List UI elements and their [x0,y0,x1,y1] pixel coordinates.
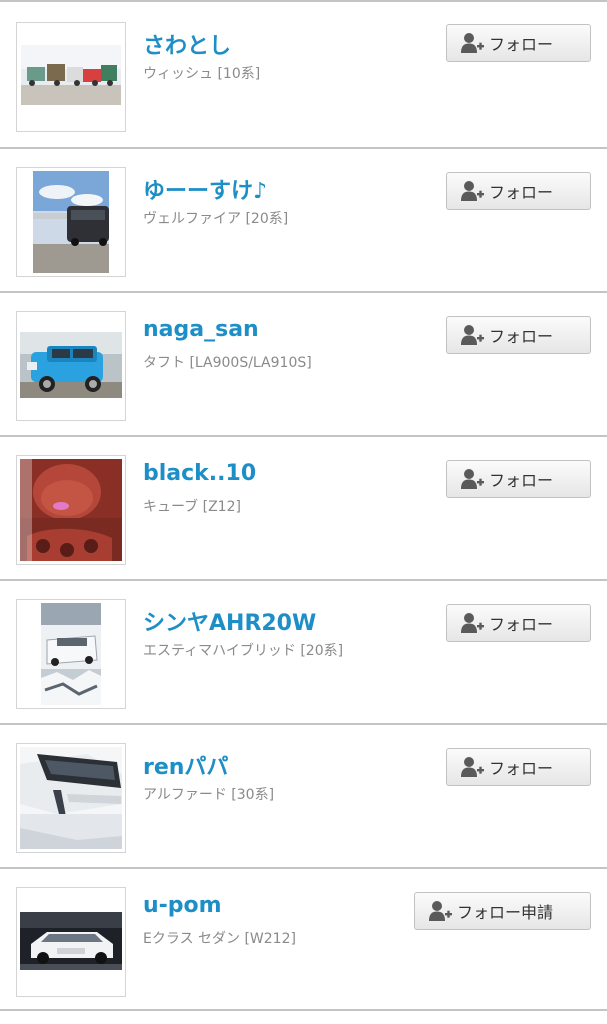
avatar-image [20,747,122,849]
follow-button-label: フォロー [489,759,554,778]
follow-button[interactable]: フォロー [446,460,591,498]
follow-button-label: フォロー [489,615,554,634]
avatar-image [33,171,109,273]
add-user-icon [461,469,484,489]
follow-button-label: フォロー [489,35,554,54]
follow-request-button[interactable]: フォロー申請 [414,892,591,930]
avatar-image [21,45,121,105]
username-link[interactable]: renパパ [143,749,228,781]
add-user-icon [461,181,484,201]
add-user-icon [429,901,452,921]
user-avatar[interactable] [16,887,126,997]
list-item: renパパ アルファード [30系] フォロー [0,723,607,867]
avatar-image [20,459,122,561]
username-link[interactable]: u-pom [143,893,222,918]
follow-button[interactable]: フォロー [446,604,591,642]
username-link[interactable]: black..10 [143,461,256,486]
list-item: u-pom Eクラス セダン [W212] フォロー申請 [0,867,607,1011]
follow-button[interactable]: フォロー [446,172,591,210]
list-item: シンヤAHR20W エスティマハイブリッド [20系] フォロー [0,579,607,723]
follow-button-label: フォロー [489,183,554,202]
car-model: アルファード [30系] [143,787,275,803]
follow-button-label: フォロー [489,471,554,490]
avatar-image [20,912,122,970]
list-item: black..10 キューブ [Z12] フォロー [0,435,607,579]
list-item: さわとし ウィッシュ [10系] フォロー [0,0,607,147]
car-model: エスティマハイブリッド [20系] [143,643,344,659]
list-item: naga_san タフト [LA900S/LA910S] フォロー [0,291,607,435]
user-avatar[interactable] [16,311,126,421]
username-link[interactable]: ゆーーすけ♪ [143,173,267,205]
car-model: Eクラス セダン [W212] [143,931,296,947]
follow-button-label: フォロー [489,327,554,346]
car-model: ヴェルファイア [20系] [143,211,289,227]
user-avatar[interactable] [16,599,126,709]
username-link[interactable]: シンヤAHR20W [143,605,316,637]
car-model: タフト [LA900S/LA910S] [143,355,312,371]
user-avatar[interactable] [16,455,126,565]
car-model: キューブ [Z12] [143,499,241,515]
avatar-image [41,603,101,705]
add-user-icon [461,325,484,345]
follow-button[interactable]: フォロー [446,316,591,354]
follow-button[interactable]: フォロー [446,748,591,786]
add-user-icon [461,757,484,777]
user-list: さわとし ウィッシュ [10系] フォロー ゆーーすけ♪ ヴェルファイア [20… [0,0,607,1011]
list-item: ゆーーすけ♪ ヴェルファイア [20系] フォロー [0,147,607,291]
follow-request-button-label: フォロー申請 [457,903,554,922]
user-avatar[interactable] [16,22,126,132]
add-user-icon [461,33,484,53]
username-link[interactable]: naga_san [143,317,259,342]
add-user-icon [461,613,484,633]
follow-button[interactable]: フォロー [446,24,591,62]
user-avatar[interactable] [16,167,126,277]
user-avatar[interactable] [16,743,126,853]
avatar-image [20,332,122,398]
username-link[interactable]: さわとし [143,28,231,60]
car-model: ウィッシュ [10系] [143,66,261,82]
